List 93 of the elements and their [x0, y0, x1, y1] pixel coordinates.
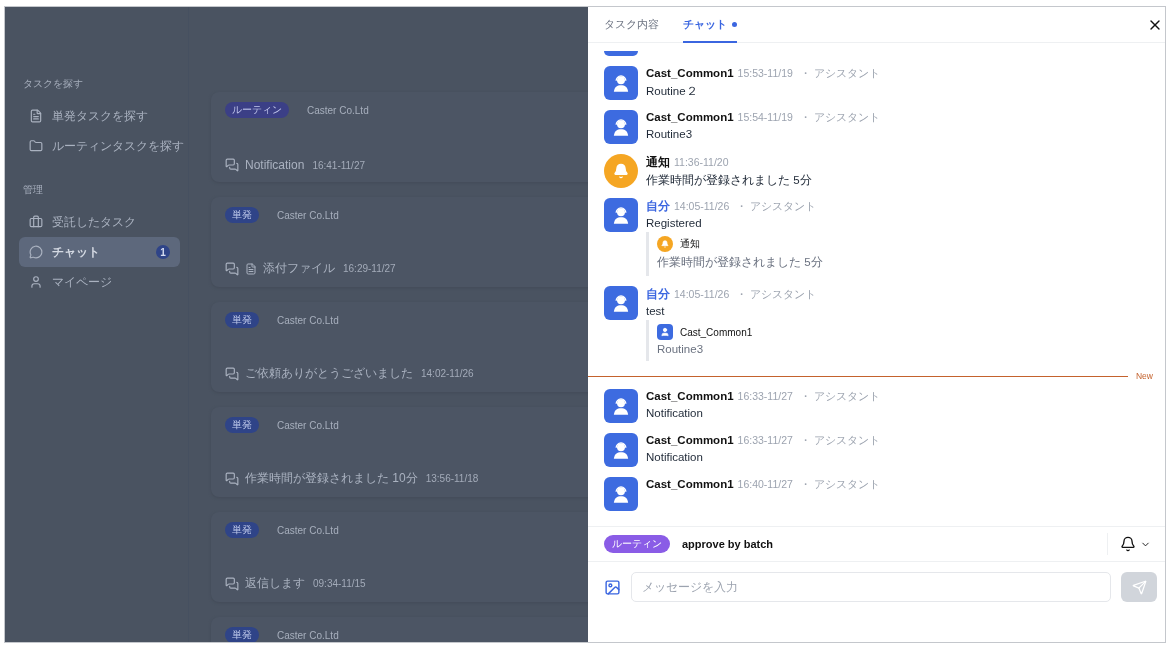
- task-type-tag: ルーティン: [225, 102, 289, 118]
- quoted-text: Routine3: [657, 343, 705, 355]
- sender-name: Cast_Common1: [646, 111, 734, 123]
- sidebar-item[interactable]: 単発タスクを探す: [19, 101, 180, 131]
- sender-role: ・ アシスタント: [799, 67, 880, 81]
- folder-icon: [29, 139, 43, 153]
- company-name: Caster Co.Ltd: [277, 419, 339, 431]
- chat-icon: [29, 245, 43, 259]
- chat-bubbles-icon: [225, 471, 239, 486]
- panel-tab[interactable]: タスク内容: [604, 7, 659, 43]
- message-time: 15:53-11/19: [737, 67, 793, 79]
- last-message: Notification: [245, 158, 305, 172]
- message-time: 16:40-11/27: [737, 478, 793, 490]
- sender-role: ・ アシスタント: [799, 390, 880, 404]
- task-type-tag: 単発: [225, 522, 259, 538]
- sender-role: ・ アシスタント: [799, 478, 880, 492]
- message-time: 16:41-11/27: [312, 159, 365, 171]
- last-message: ご依頼ありがとうございました: [245, 365, 413, 382]
- task-type-tag: 単発: [225, 627, 259, 642]
- message-text: test: [646, 305, 666, 317]
- message-text: Notification: [646, 407, 704, 419]
- send-icon: [1131, 579, 1147, 595]
- chat-bubbles-icon: [225, 366, 239, 381]
- message-time: 09:34-11/15: [313, 578, 366, 589]
- chat-bubbles-icon: [225, 158, 239, 172]
- chat-bubbles-icon: [225, 576, 239, 591]
- bell-icon: [661, 240, 669, 248]
- message-text: Registered: [646, 217, 703, 229]
- sender-name: 自分: [646, 199, 670, 214]
- task-card[interactable]: 単発 Caster Co.Ltd: [211, 617, 588, 642]
- sender-role: ・ アシスタント: [736, 288, 817, 302]
- user-avatar: [604, 51, 638, 56]
- task-card[interactable]: 単発 Caster Co.Ltd 作業時間が登録されました 10分 13:56-11/18: [211, 407, 588, 497]
- notification-menu-button[interactable]: [1107, 533, 1151, 555]
- bell-icon: [1120, 536, 1136, 552]
- sender-name: Cast_Common1: [646, 478, 734, 490]
- attach-image-button[interactable]: [604, 578, 621, 596]
- bell-icon: [613, 163, 629, 179]
- message-time: 13:56-11/18: [425, 473, 479, 484]
- new-messages-label: New: [1135, 371, 1154, 381]
- sender-name: 自分: [646, 287, 670, 302]
- message-input[interactable]: メッセージを入力: [631, 572, 1111, 602]
- company-name: Caster Co.Ltd: [277, 314, 339, 326]
- task-card[interactable]: ルーティン Caster Co.Ltd Notification 16:41-11/27: [211, 92, 588, 182]
- sender-role: ・ アシスタント: [736, 200, 817, 214]
- message-time: 14:05-11/26: [674, 288, 730, 300]
- quoted-text: 作業時間が登録されました 5分: [657, 255, 823, 270]
- unread-badge: 1: [156, 245, 170, 259]
- task-title: approve by batch: [682, 538, 775, 550]
- sidebar-item[interactable]: マイページ: [19, 267, 180, 297]
- sender-role: ・ アシスタント: [799, 111, 880, 125]
- message-time: 16:29-11/27: [343, 263, 396, 274]
- task-type-tag: 単発: [225, 417, 259, 433]
- section-heading: タスクを探す: [23, 77, 84, 91]
- task-type-tag: ルーティン: [604, 535, 670, 553]
- quoted-sender: Cast_Common1: [680, 326, 753, 338]
- company-name: Caster Co.Ltd: [277, 209, 339, 221]
- user-icon: [29, 275, 43, 289]
- document-icon: [29, 109, 43, 123]
- task-card[interactable]: 単発 Caster Co.Ltd 返信します 09:34-11/15: [211, 512, 588, 602]
- company-name: Caster Co.Ltd: [307, 104, 369, 116]
- sender-name: Cast_Common1: [646, 390, 734, 402]
- briefcase-icon: [29, 215, 43, 229]
- sender-name: Cast_Common1: [646, 434, 734, 446]
- message-time: 14:05-11/26: [674, 200, 730, 212]
- last-message: 添付ファイル: [263, 260, 335, 277]
- task-card[interactable]: 単発 Caster Co.Ltd 添付ファイル 16:29-11/27: [211, 197, 588, 287]
- task-card[interactable]: 単発 Caster Co.Ltd ご依頼ありがとうございました 14:02-11/26: [211, 302, 588, 392]
- panel-tab[interactable]: チャット: [683, 7, 737, 43]
- sender-name: 通知: [646, 155, 670, 170]
- message-time: 14:02-11/26: [421, 368, 474, 379]
- last-message: 作業時間が登録されました 10分: [245, 470, 418, 487]
- message-time: 15:54-11/19: [737, 111, 793, 123]
- message-time: 16:33-11/27: [737, 390, 793, 402]
- company-name: Caster Co.Ltd: [277, 524, 339, 536]
- chat-bubbles-icon: [225, 261, 239, 276]
- section-heading: 管理: [23, 183, 44, 197]
- sidebar-item[interactable]: 受託したタスク: [19, 207, 180, 237]
- message-time: 16:33-11/27: [737, 434, 793, 446]
- sidebar-item[interactable]: チャット 1: [19, 237, 180, 267]
- task-type-tag: 単発: [225, 207, 259, 223]
- company-name: Caster Co.Ltd: [277, 629, 339, 641]
- quoted-sender: 通知: [680, 237, 700, 251]
- message-text: Routine２: [646, 84, 699, 99]
- sender-name: Cast_Common1: [646, 67, 734, 79]
- sender-role: ・ アシスタント: [799, 434, 880, 448]
- task-type-tag: 単発: [225, 312, 259, 328]
- last-message: 返信します: [245, 575, 305, 592]
- message-text: Notification: [646, 451, 704, 463]
- image-icon: [604, 578, 621, 596]
- message-text: Routine3: [646, 128, 694, 140]
- message-text: 作業時間が登録されました 5分: [646, 173, 812, 188]
- message-time: 11:36-11/20: [674, 156, 729, 168]
